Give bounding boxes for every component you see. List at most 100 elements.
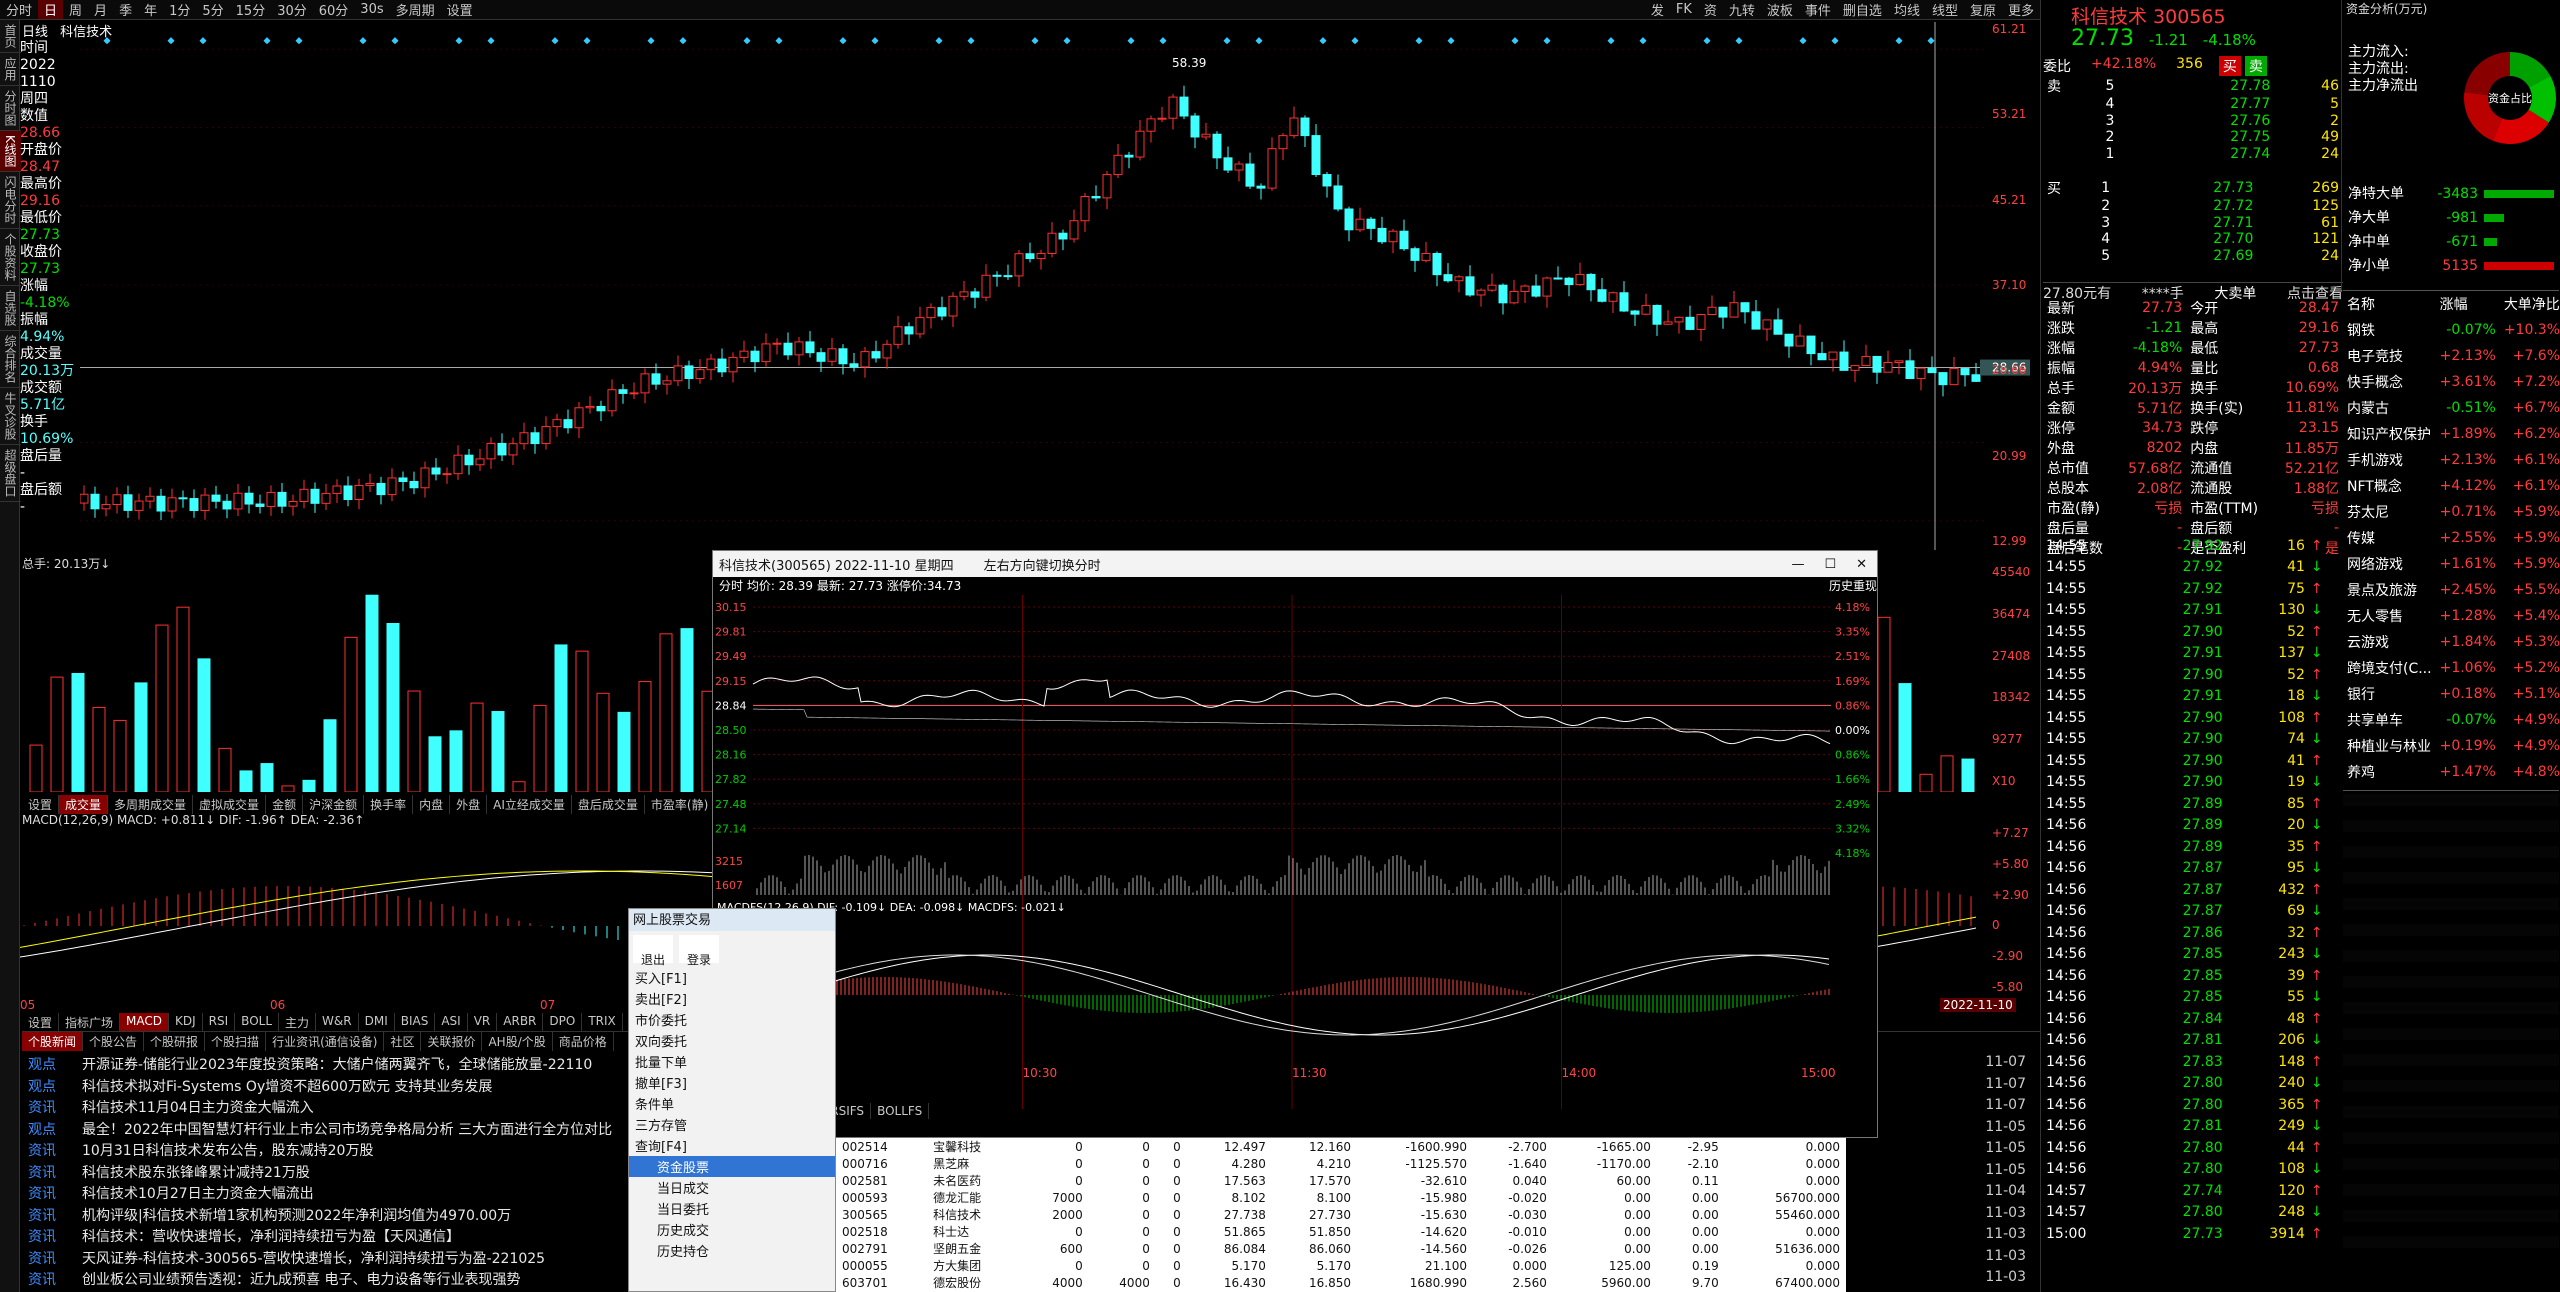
position-row[interactable]: 000593 德龙汇能 7000 0 0 8.102 8.100 -15.980 -0.020 0… <box>836 1189 1846 1206</box>
radar-row[interactable] <box>2343 1223 2559 1235</box>
radar-row[interactable] <box>2343 950 2559 962</box>
rank-row[interactable]: 芬太尼 +0.71% +5.9% <box>2343 499 2560 525</box>
radar-row[interactable] <box>2343 1067 2559 1079</box>
radar-row[interactable] <box>2343 924 2559 936</box>
rank-row[interactable]: 钢铁 -0.07% +10.3% <box>2343 317 2560 343</box>
kline-chart[interactable]: 58.39 28.66 <box>80 22 2042 550</box>
tab[interactable]: 个股公告 <box>83 1032 145 1051</box>
minimize-button[interactable]: — <box>1781 557 1814 572</box>
toolbar-item[interactable]: 1分 <box>163 0 196 19</box>
left-strip-item[interactable]: 应用 <box>0 53 21 86</box>
orderbook-row[interactable]: 5 27.69 24 <box>2043 248 2343 265</box>
radar-row[interactable] <box>2343 937 2559 949</box>
left-strip-item[interactable]: 个股资料 <box>0 229 21 286</box>
radar-row[interactable] <box>2343 1184 2559 1196</box>
orderbook-row[interactable]: 4 27.70 121 <box>2043 231 2343 248</box>
toolbar-item[interactable]: 均线 <box>1888 0 1926 19</box>
maximize-button[interactable]: ☐ <box>1814 557 1846 572</box>
tab[interactable]: 个股扫描 <box>205 1032 267 1051</box>
radar-row[interactable] <box>2343 872 2559 884</box>
trader-toolbar-button[interactable]: 退出 <box>633 935 673 967</box>
radar-row[interactable] <box>2343 846 2559 858</box>
tab[interactable]: 社区 <box>384 1032 422 1051</box>
rank-row[interactable]: NFT概念 +4.12% +6.1% <box>2343 473 2560 499</box>
left-strip-item[interactable]: 自选股 <box>0 286 21 331</box>
sell-quick-button[interactable]: 卖 <box>2244 56 2267 76</box>
toolbar-item[interactable]: 5分 <box>196 0 229 19</box>
rank-row[interactable]: 景点及旅游 +2.45% +5.5% <box>2343 577 2560 603</box>
toolbar-item[interactable]: 波板 <box>1761 0 1799 19</box>
trader-menu-item[interactable]: 资金股票 <box>629 1156 835 1177</box>
toolbar-item[interactable]: 发 <box>1645 0 1670 19</box>
tab[interactable]: KDJ <box>169 1013 203 1032</box>
toolbar-item[interactable]: 分时 <box>0 0 38 19</box>
close-button[interactable]: ✕ <box>1846 557 1877 572</box>
radar-row[interactable] <box>2343 859 2559 871</box>
rank-row[interactable]: 网络游戏 +1.61% +5.9% <box>2343 551 2560 577</box>
orderbook-row[interactable]: 买 1 27.73 269 <box>2043 178 2343 198</box>
tab[interactable]: 行业资讯(通信设备) <box>266 1032 385 1051</box>
radar-row[interactable] <box>2343 1041 2559 1053</box>
position-row[interactable]: 002518 科士达 0 0 0 51.865 51.850 -14.620 -0.010 0.0… <box>836 1223 1846 1240</box>
radar-row[interactable] <box>2343 1080 2559 1092</box>
radar-row[interactable] <box>2343 1028 2559 1040</box>
orderbook-row[interactable]: 4 27.77 5 <box>2043 96 2343 113</box>
tab[interactable]: AI立经成交量 <box>487 795 572 814</box>
orderbook-row[interactable]: 卖 5 27.78 46 <box>2043 76 2343 96</box>
orderbook-row[interactable]: 3 27.71 61 <box>2043 215 2343 232</box>
toolbar-item[interactable]: 九转 <box>1723 0 1761 19</box>
position-row[interactable]: 000055 方大集团 0 0 0 5.170 5.170 21.100 0.000 125.00… <box>836 1257 1846 1274</box>
toolbar-item[interactable]: 多周期 <box>390 0 441 19</box>
left-strip-item[interactable]: 综合排名 <box>0 331 21 388</box>
tab[interactable]: 关联报价 <box>421 1032 483 1051</box>
toolbar-item[interactable]: 事件 <box>1799 0 1837 19</box>
radar-row[interactable] <box>2343 1249 2559 1261</box>
left-strip-item[interactable]: 超级盘口 <box>0 445 21 502</box>
rank-row[interactable]: 手机游戏 +2.13% +6.1% <box>2343 447 2560 473</box>
tab[interactable]: 个股新闻 <box>22 1032 84 1051</box>
trader-menu-item[interactable]: 历史持仓 <box>629 1240 835 1261</box>
tab[interactable]: AH股/个股 <box>482 1032 553 1051</box>
tab[interactable]: 设置 <box>22 795 60 814</box>
rank-row[interactable]: 跨境支付(C... +1.06% +5.2% <box>2343 655 2560 681</box>
rank-header[interactable]: 大单净比 <box>2500 291 2560 317</box>
trader-menu-item[interactable]: 当日成交 <box>629 1177 835 1198</box>
toolbar-item[interactable]: FK <box>1670 2 1698 17</box>
trader-menu-item[interactable]: 市价委托 <box>629 1009 835 1030</box>
tab[interactable]: 多周期成交量 <box>108 795 194 814</box>
toolbar-item[interactable]: 复原 <box>1964 0 2002 19</box>
rank-row[interactable]: 云游戏 +1.84% +5.3% <box>2343 629 2560 655</box>
toolbar-item[interactable]: 周 <box>63 0 88 19</box>
tab[interactable]: W&R <box>316 1013 359 1032</box>
trader-menu-item[interactable]: 查询[F4] <box>629 1135 835 1156</box>
toolbar-item[interactable]: 月 <box>88 0 113 19</box>
trader-menu-item[interactable]: 双向委托 <box>629 1030 835 1051</box>
radar-row[interactable] <box>2343 976 2559 988</box>
toolbar-item[interactable]: 日 <box>38 0 64 19</box>
rank-row[interactable]: 养鸡 +1.47% +4.8% <box>2343 759 2560 785</box>
trader-menu-item[interactable]: 批量下单 <box>629 1051 835 1072</box>
trader-menu-item[interactable]: 撤单[F3] <box>629 1072 835 1093</box>
radar-row[interactable] <box>2343 1002 2559 1014</box>
trader-menu-item[interactable]: 卖出[F2] <box>629 988 835 1009</box>
rank-row[interactable]: 知识产权保护 +1.89% +6.2% <box>2343 421 2560 447</box>
orderbook-row[interactable]: 2 27.72 125 <box>2043 198 2343 215</box>
radar-row[interactable] <box>2343 1171 2559 1183</box>
toolbar-item[interactable]: 15分 <box>230 0 272 19</box>
radar-row[interactable] <box>2343 794 2559 806</box>
rank-header[interactable]: 涨幅 <box>2436 291 2500 317</box>
trader-menu-item[interactable]: 当日委托 <box>629 1198 835 1219</box>
toolbar-item[interactable]: 设置 <box>441 0 479 19</box>
trader-menu-item[interactable]: 买入[F1] <box>629 967 835 988</box>
trader-menu-item[interactable]: 历史成交 <box>629 1219 835 1240</box>
toolbar-item[interactable]: 季 <box>113 0 138 19</box>
tab[interactable]: 成交量 <box>59 795 109 814</box>
orderbook-row[interactable]: 3 27.76 2 <box>2043 113 2343 130</box>
radar-row[interactable] <box>2343 1015 2559 1027</box>
rank-row[interactable]: 无人零售 +1.28% +5.4% <box>2343 603 2560 629</box>
position-row[interactable]: 300565 科信技术 2000 0 0 27.738 27.730 -15.630 -0.03… <box>836 1206 1846 1223</box>
trader-toolbar-button[interactable]: 登录 <box>679 935 719 967</box>
position-row[interactable]: 002581 未名医药 0 0 0 17.563 17.570 -32.610 0.040 60.… <box>836 1172 1846 1189</box>
rank-header[interactable]: 名称 <box>2343 291 2436 317</box>
tab[interactable]: BIAS <box>395 1013 436 1032</box>
